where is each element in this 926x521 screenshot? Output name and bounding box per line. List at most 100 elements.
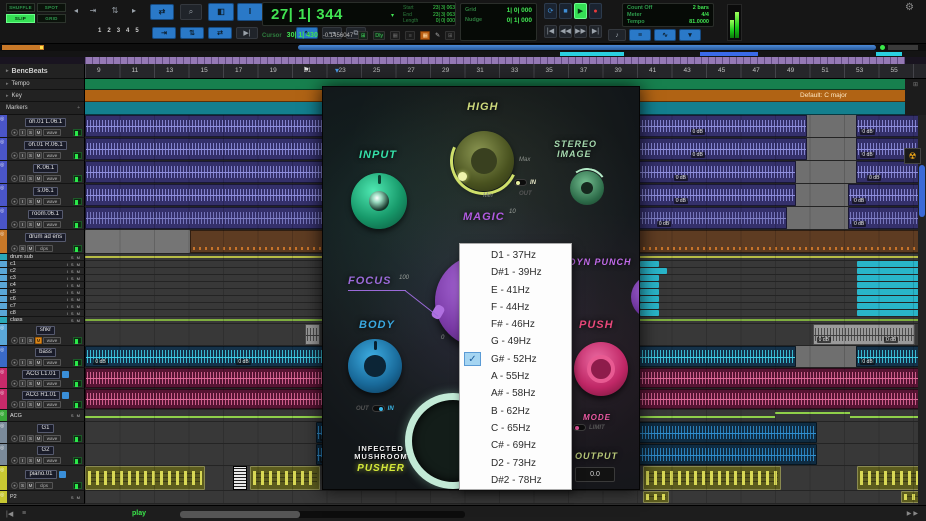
session-name-row[interactable]: ▸ BencBeats [0, 64, 84, 79]
track-sidebar[interactable]: ◎ drum ad ens ● S Mclps [0, 230, 85, 254]
dly-label[interactable]: Dly [373, 31, 386, 40]
clip-keys[interactable] [233, 466, 248, 490]
dropdown-item[interactable]: G# - 52Hz ✓ [460, 351, 571, 368]
radioactive-icon[interactable]: ☢ [904, 148, 921, 164]
clip-flat[interactable] [857, 289, 926, 295]
dropdown-item[interactable]: C# - 69Hz [460, 437, 571, 454]
track-s-button[interactable]: S [27, 435, 34, 442]
ruler-grid-icon[interactable]: ⊞ [913, 82, 918, 88]
clip-flat[interactable] [857, 282, 926, 288]
tempo-ruler-button[interactable]: ∿ [654, 29, 676, 41]
dropdown-item[interactable]: B - 62Hz [460, 403, 571, 420]
track-view-selector[interactable]: wave [43, 457, 61, 464]
track-view-selector[interactable]: wave [43, 401, 61, 408]
dim-toggle-chip-2[interactable]: ≡ [405, 31, 416, 40]
track-name[interactable]: oh.01 R.06.1 [24, 140, 67, 150]
track-sidebar[interactable]: c7 I S M [0, 303, 85, 310]
track-view-selector[interactable]: clps [35, 482, 53, 489]
clip-flat[interactable] [857, 261, 926, 267]
empty-selection[interactable] [806, 138, 857, 160]
mode-spot[interactable]: SPOT [37, 3, 66, 12]
zoomer-tool[interactable]: ⌕ [180, 4, 202, 20]
input-knob[interactable] [351, 173, 407, 229]
zoom-preset-2[interactable]: 2 [107, 28, 110, 34]
record-enable-button[interactable]: ● [11, 337, 18, 344]
track-view-selector[interactable]: wave [43, 435, 61, 442]
track-m-button[interactable]: M [35, 435, 42, 442]
return-to-zero-button[interactable]: |◀ [544, 25, 557, 38]
zoom-preset-4[interactable]: 4 [126, 28, 129, 34]
track-s-button[interactable]: S [27, 359, 34, 366]
track-mini-buttons[interactable]: S M [71, 495, 81, 500]
dropdown-item[interactable]: A# - 58Hz [460, 385, 571, 402]
stop-button[interactable]: ■ [559, 3, 572, 19]
record-enable-button[interactable]: ● [11, 380, 18, 387]
clip-midi[interactable] [249, 466, 321, 490]
track-mini-buttons[interactable]: I S M [67, 262, 81, 267]
bottom-scrollbar[interactable] [180, 511, 465, 518]
body-knob[interactable] [348, 339, 402, 393]
clip-midi[interactable] [85, 466, 206, 490]
clip-flat[interactable] [640, 296, 659, 302]
metronome-button[interactable]: ♪ [608, 29, 626, 41]
track-sidebar[interactable]: c3 I S M [0, 275, 85, 282]
mode-shuffle[interactable]: SHUFFLE [6, 3, 35, 12]
track-mini-buttons[interactable]: I S M [67, 283, 81, 288]
track-view-selector[interactable]: wave [43, 175, 61, 182]
track-name[interactable]: c8 [10, 310, 16, 316]
dropdown-item[interactable]: F - 44Hz [460, 299, 571, 316]
clip-line[interactable] [850, 416, 926, 419]
track-name[interactable]: c7 [10, 303, 16, 309]
clip-flat[interactable] [640, 282, 659, 288]
vertical-scrollbar[interactable] [918, 115, 926, 505]
track-name[interactable]: c1 [10, 261, 16, 267]
empty-selection[interactable] [787, 207, 848, 229]
track-view-selector[interactable]: wave [43, 198, 61, 205]
clip-flat[interactable] [857, 268, 926, 274]
key-ruler-label[interactable]: ▸ Key [0, 90, 84, 102]
track-name[interactable]: drum sub [10, 254, 33, 260]
track-m-button[interactable]: M [35, 457, 42, 464]
track-name[interactable]: c2 [10, 268, 16, 274]
track-s-button[interactable]: S [27, 380, 34, 387]
empty-selection[interactable] [806, 115, 857, 137]
track-s-button[interactable]: S [19, 245, 26, 252]
track-sidebar[interactable]: c1 I S M [0, 261, 85, 268]
zoom-preset-5[interactable]: 5 [135, 28, 138, 34]
track-sidebar[interactable]: ◎ G2 ● I S Mwave [0, 444, 85, 466]
ruler-end-controls[interactable]: ⊞ [905, 79, 926, 115]
clip-wave[interactable] [305, 324, 321, 345]
track-sidebar[interactable]: ◎ s.06.1 ● I S Mwave [0, 184, 85, 207]
track-m-button[interactable]: M [35, 152, 42, 159]
record-enable-button[interactable]: ● [11, 457, 18, 464]
track-name[interactable]: piano.01 [25, 469, 57, 479]
dropdown-item[interactable]: D1 - 37Hz [460, 247, 571, 264]
bottom-left-icon-2[interactable]: ≡ [22, 510, 26, 517]
tempo-arrow-icon[interactable]: ▸ [6, 81, 9, 87]
clip-midi[interactable] [642, 491, 670, 503]
tab-to-transient-button[interactable]: ⇥ [152, 27, 176, 39]
record-enable-button[interactable]: ● [11, 245, 18, 252]
track-lane[interactable] [85, 491, 926, 504]
link-timeline-edit-button[interactable]: ⇅ [180, 27, 204, 39]
zoom-preset-3[interactable]: 3 [117, 28, 120, 34]
dim-toggle-chip-1[interactable]: ▦ [390, 31, 401, 40]
output-value-box[interactable]: 0.0 [575, 467, 615, 482]
empty-selection[interactable] [795, 161, 857, 183]
record-enable-button[interactable]: ● [11, 482, 18, 489]
dyn-punch-knob[interactable] [631, 275, 639, 319]
tempo-ruler-label[interactable]: ▸ Tempo [0, 79, 84, 90]
track-s-button[interactable]: S [27, 221, 34, 228]
push-knob[interactable] [574, 342, 628, 396]
clip-flat[interactable] [640, 303, 659, 309]
dropdown-item[interactable]: F# - 46Hz [460, 316, 571, 333]
dropdown-item[interactable]: E - 41Hz [460, 282, 571, 299]
bottom-right-buttons[interactable]: ▶▶ [907, 510, 920, 517]
track-m-button[interactable]: M [35, 401, 42, 408]
track-name[interactable]: room.06.1 [27, 209, 63, 219]
track-m-button[interactable]: M [35, 221, 42, 228]
clip-midi[interactable] [642, 466, 782, 490]
warning-chip[interactable]: ▦ [420, 31, 431, 40]
dropdown-item[interactable]: C - 65Hz [460, 420, 571, 437]
track-i-button[interactable]: I [19, 380, 26, 387]
